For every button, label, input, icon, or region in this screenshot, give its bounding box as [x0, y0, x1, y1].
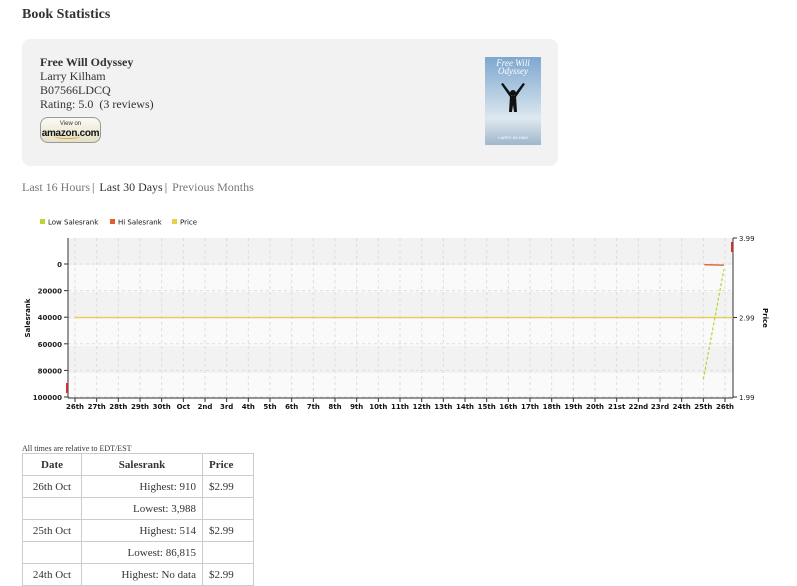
x-tick-label: 23rd	[651, 403, 669, 411]
x-tick-label: 4th	[242, 403, 255, 411]
x-tick-label: 24th	[673, 403, 691, 411]
book-author: Larry Kilham	[40, 69, 106, 83]
y-left-tick-label: 100000	[33, 394, 62, 402]
header-salesrank: Salesrank	[81, 453, 203, 476]
row-date: 25th Oct	[22, 519, 82, 542]
x-tick-label: 26th	[716, 403, 734, 411]
row-salesrank: Lowest: 3,988	[81, 497, 203, 520]
hi-salesrank-series-line	[704, 264, 724, 266]
x-tick-label: 17th	[521, 403, 539, 411]
time-range-nav: Last 16 Hours | Last 30 Days | Previous Mo…	[22, 180, 254, 195]
y-right-axis-label: Price	[761, 308, 769, 328]
row-price	[202, 541, 254, 564]
row-date	[22, 497, 82, 520]
amazon-button-line1: View on	[59, 121, 82, 127]
x-tick-label: 28th	[109, 403, 127, 411]
x-tick-label: 3rd	[220, 403, 233, 411]
row-date: 26th Oct	[22, 475, 82, 498]
book-title: Free Will Odyssey	[40, 55, 134, 69]
legend-label: Price	[180, 219, 197, 227]
y-left-tick-label: 80000	[38, 367, 62, 375]
row-price	[202, 497, 254, 520]
book-info: Free Will Odyssey Larry Kilham B07566LDC…	[40, 55, 154, 111]
x-tick-label: 15th	[478, 403, 496, 411]
x-tick-label: 29th	[131, 403, 149, 411]
table-row: 25th Oct Highest: 514 $2.99	[22, 519, 254, 542]
timezone-note: All times are relative to EDT/EST	[22, 444, 132, 453]
book-rating: Rating: 5.0 (3 reviews)	[40, 97, 154, 111]
x-tick-label: 26th	[66, 403, 84, 411]
row-salesrank: Highest: 514	[81, 519, 203, 542]
legend-swatch	[40, 219, 45, 224]
stats-table: Date Salesrank Price 26th Oct Highest: 91…	[22, 453, 254, 586]
x-tick-label: Oct	[177, 403, 191, 411]
x-tick-label: 30th	[153, 403, 171, 411]
amazon-smile-icon	[54, 134, 80, 139]
x-tick-label: 10th	[369, 403, 387, 411]
y-right-tick-label: 3.99	[739, 235, 755, 243]
x-tick-label: 22nd	[628, 403, 648, 411]
y-left-axis-label: Salesrank	[24, 298, 32, 337]
x-tick-label: 6th	[285, 403, 298, 411]
page-title: Book Statistics	[22, 7, 111, 22]
x-tick-label: 25th	[694, 403, 712, 411]
view-on-amazon-button[interactable]: View on amazon.com	[40, 117, 101, 143]
x-tick-label: 2nd	[198, 403, 213, 411]
range-previous-months[interactable]: Previous Months	[172, 180, 254, 194]
x-tick-label: 9th	[350, 403, 363, 411]
header-price: Price	[202, 453, 254, 476]
x-tick-label: 18th	[543, 403, 561, 411]
book-asin: B07566LDCQ	[40, 83, 111, 97]
y-left-tick-label: 0	[57, 261, 62, 269]
row-date	[22, 541, 82, 564]
table-row: 26th Oct Highest: 910 $2.99	[22, 475, 254, 498]
row-salesrank: Lowest: 86,815	[81, 541, 203, 564]
y-right-tick-label: 2.99	[739, 315, 755, 323]
row-price: $2.99	[202, 563, 254, 586]
legend-label: Hi Salesrank	[118, 219, 163, 227]
row-salesrank: Highest: 910	[81, 475, 203, 498]
range-last-16-hours[interactable]: Last 16 Hours	[22, 180, 90, 194]
x-tick-label: 11th	[391, 403, 409, 411]
y-left-tick-label: 40000	[38, 314, 62, 322]
salesrank-chart: 0 20000 40000 60000 80000 100000 3.99 2.99 1.99 2…	[24, 219, 769, 412]
separator: |	[164, 180, 168, 194]
book-card: Free Will Odyssey Larry Kilham B07566LDC…	[22, 39, 558, 166]
x-tick-label: 19th	[564, 403, 582, 411]
x-tick-label: 20th	[586, 403, 604, 411]
cover-author: LARRY KILHAM	[498, 135, 528, 140]
row-price: $2.99	[202, 475, 254, 498]
y-right-tick-label: 1.99	[739, 394, 755, 402]
row-date: 24th Oct	[22, 563, 82, 586]
x-tick-label: 7th	[307, 403, 320, 411]
row-salesrank: Highest: No data	[81, 563, 203, 586]
x-tick-label: 12th	[413, 403, 431, 411]
x-tick-label: 14th	[456, 403, 474, 411]
book-cover-image: Free Will Odyssey LARRY KILHAM	[485, 57, 541, 145]
header-date: Date	[22, 453, 82, 476]
table-row: Lowest: 3,988	[22, 497, 254, 520]
table-header-row: Date Salesrank Price	[22, 453, 254, 476]
range-last-30-days[interactable]: Last 30 Days	[99, 180, 162, 194]
x-tick-label: 27th	[88, 403, 106, 411]
table-row: 24th Oct Highest: No data $2.99	[22, 563, 254, 586]
legend-swatch	[110, 219, 115, 224]
table-row: Lowest: 86,815	[22, 541, 254, 564]
y-left-tick-label: 60000	[38, 341, 62, 349]
x-tick-label: 21st	[608, 403, 626, 411]
x-tick-label: 5th	[263, 403, 276, 411]
x-tick-label: 8th	[328, 403, 341, 411]
figure-icon	[501, 83, 525, 112]
separator: |	[92, 180, 95, 194]
legend-label: Low Salesrank	[48, 219, 99, 227]
legend-swatch	[172, 219, 177, 224]
x-tick-label: 16th	[499, 403, 517, 411]
y-left-tick-label: 20000	[38, 288, 62, 296]
row-price: $2.99	[202, 519, 254, 542]
x-tick-label: 13th	[434, 403, 452, 411]
